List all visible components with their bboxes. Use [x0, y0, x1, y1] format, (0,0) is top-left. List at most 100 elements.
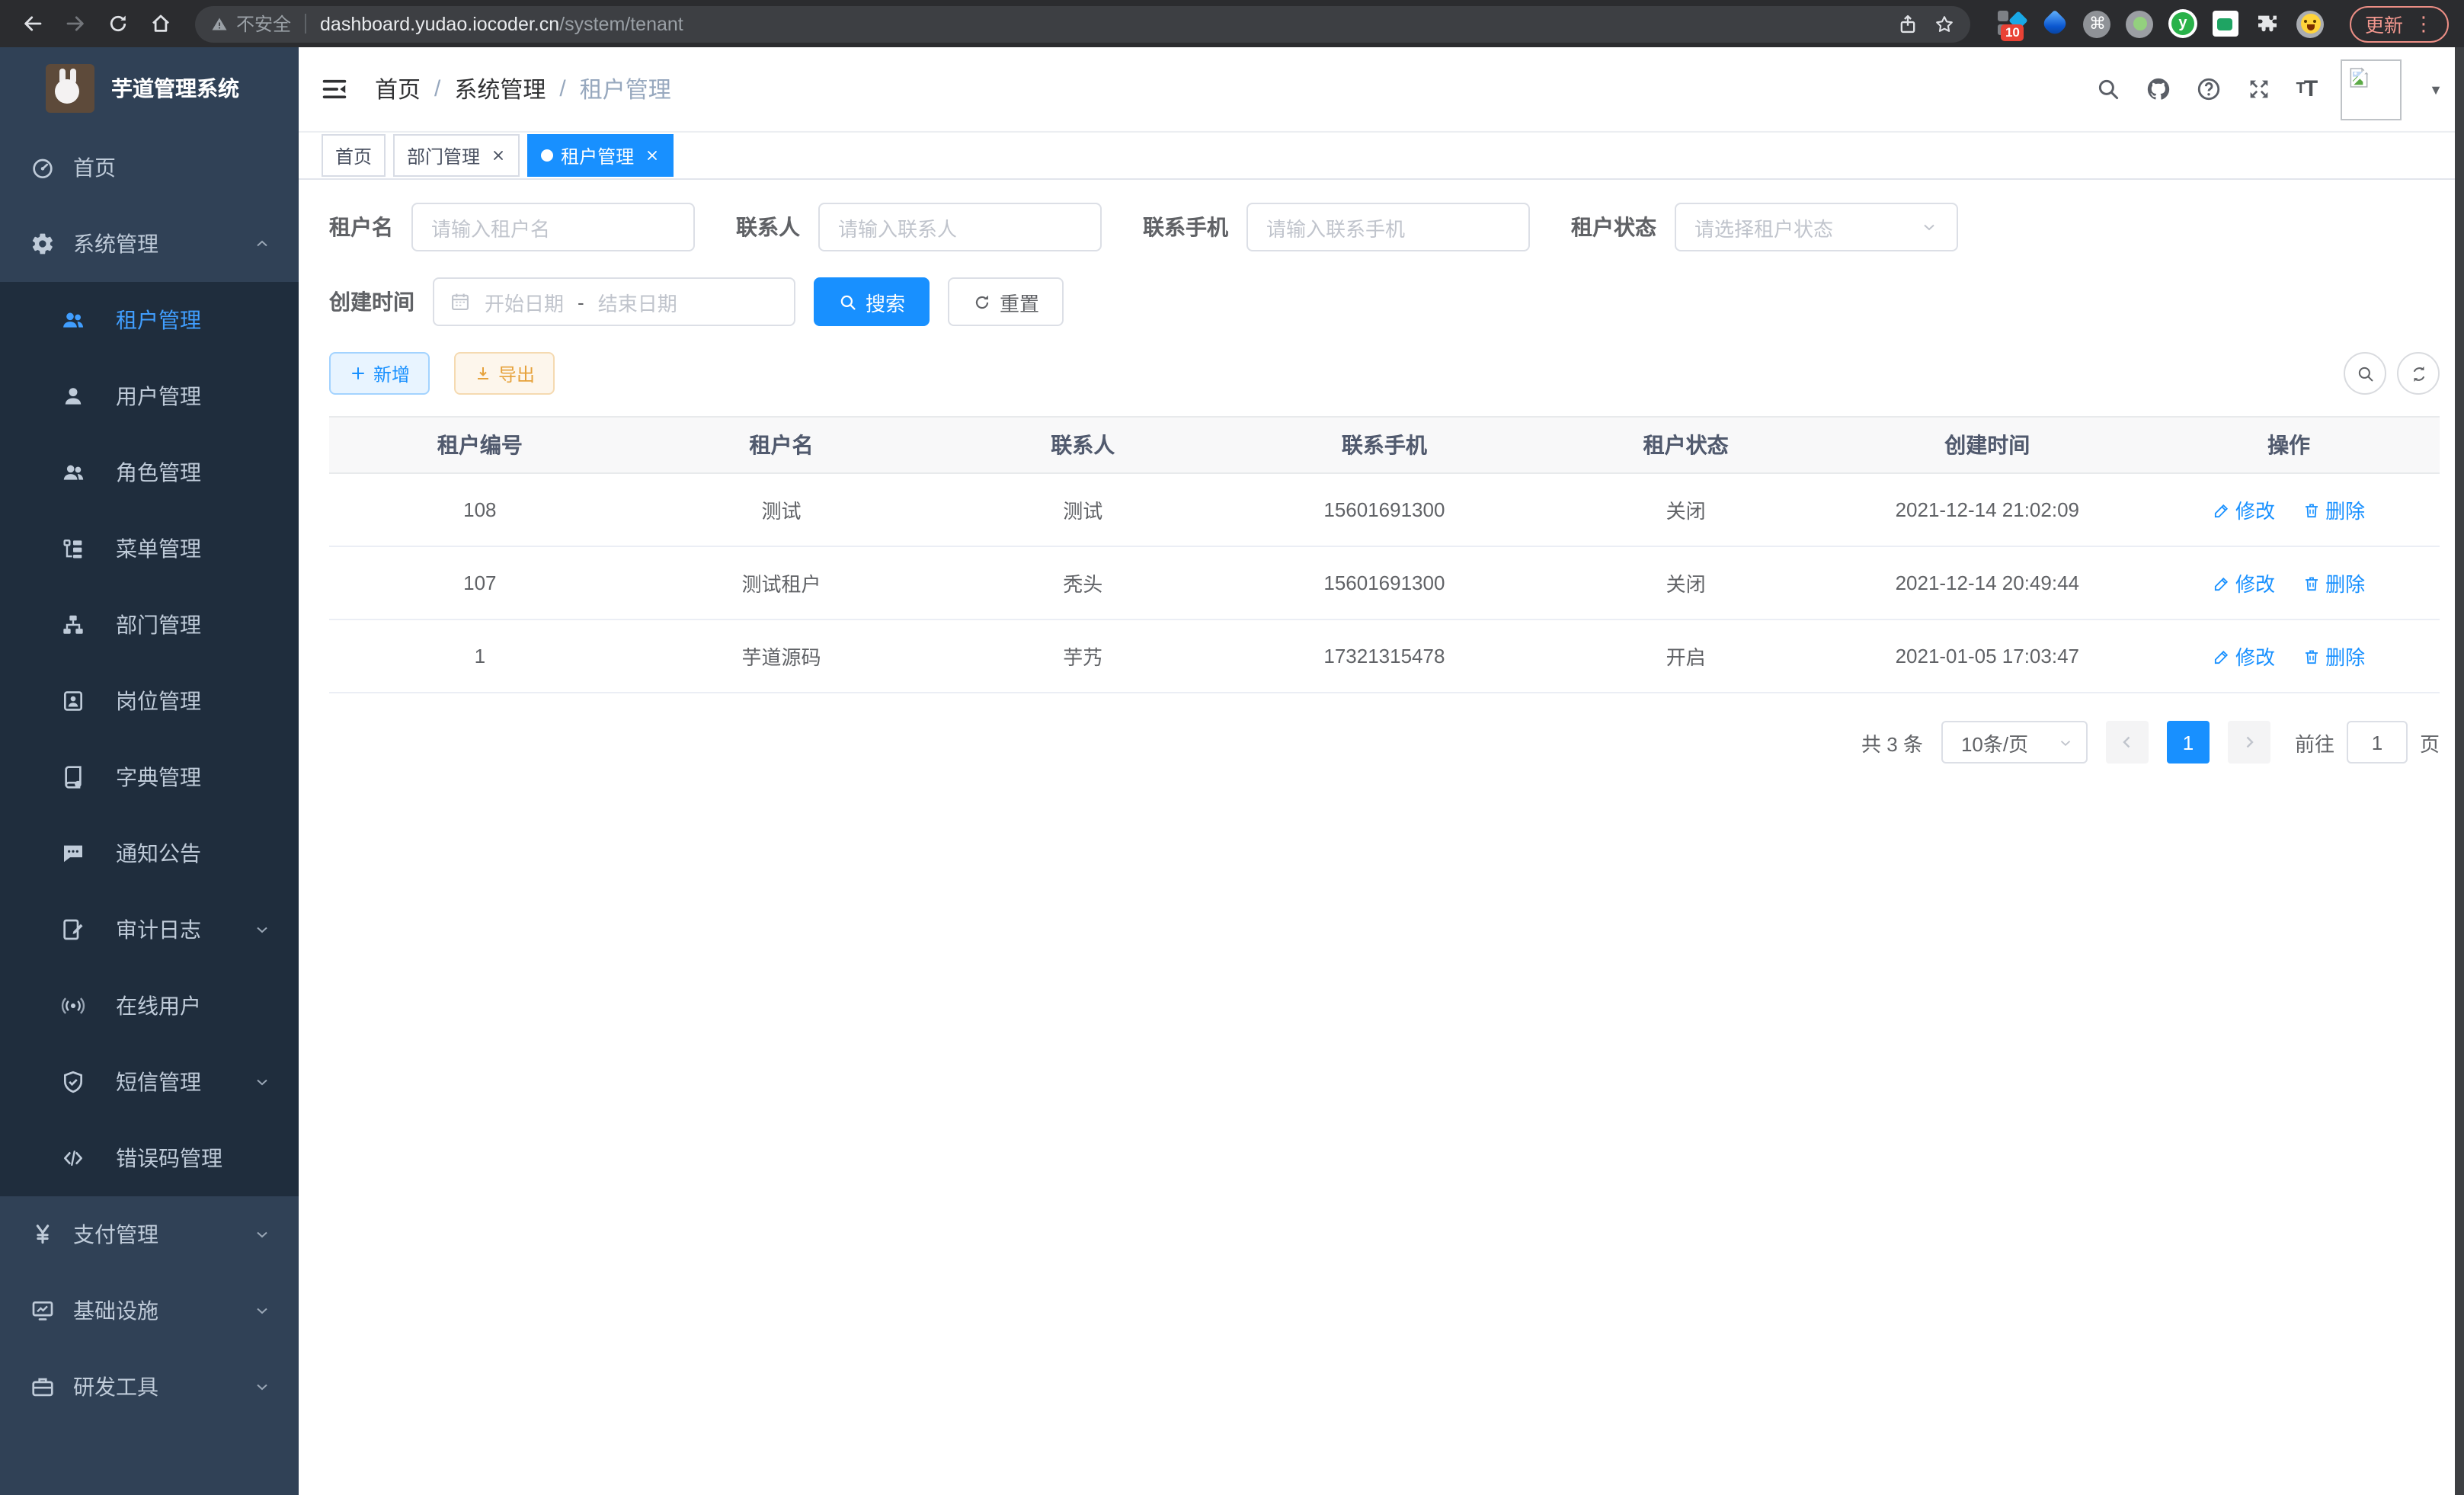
fullscreen-icon[interactable] — [2246, 76, 2272, 102]
reload-icon[interactable] — [101, 7, 134, 40]
browser-update-button[interactable]: 更新 ⋮ — [2350, 5, 2449, 42]
help-icon[interactable] — [2196, 76, 2222, 102]
extension-icon-kite[interactable] — [2040, 9, 2069, 38]
cell-mobile: 15601691300 — [1234, 473, 1535, 546]
sidebar-item-租户管理[interactable]: 租户管理 — [0, 282, 299, 358]
back-icon[interactable] — [15, 7, 49, 40]
close-icon[interactable] — [491, 148, 506, 163]
sidebar-item-label: 租户管理 — [116, 305, 201, 335]
extension-icon-1[interactable]: 10 — [1998, 9, 2027, 38]
font-size-icon[interactable]: TT — [2296, 76, 2317, 102]
sidebar-item-支付管理[interactable]: 支付管理 — [0, 1196, 299, 1273]
forward-icon[interactable] — [58, 7, 91, 40]
text-input[interactable]: 请输入租户名 — [411, 203, 695, 251]
sidebar-item-短信管理[interactable]: 短信管理 — [0, 1044, 299, 1120]
edit-link[interactable]: 修改 — [2213, 568, 2275, 597]
delete-link[interactable]: 删除 — [2302, 495, 2365, 524]
sidebar-item-用户管理[interactable]: 用户管理 — [0, 358, 299, 434]
sidebar-item-通知公告[interactable]: 通知公告 — [0, 815, 299, 892]
security-status[interactable]: 不安全 — [210, 11, 291, 37]
warning-icon — [210, 14, 229, 33]
browser-window: 不安全 dashboard.yudao.iocoder.cn/system/te… — [0, 0, 2464, 1495]
breadcrumb-separator: / — [559, 76, 565, 102]
column-header-租户状态: 租户状态 — [1535, 417, 1837, 473]
broken-image-icon — [2347, 65, 2371, 89]
user-avatar[interactable] — [2341, 59, 2402, 120]
cell-contact: 测试 — [932, 473, 1234, 546]
cell-id: 1 — [329, 619, 631, 693]
sidebar-item-label: 部门管理 — [116, 610, 201, 640]
extensions-puzzle-icon[interactable] — [2254, 9, 2283, 38]
filter-field-租户状态: 租户状态请选择租户状态 — [1571, 203, 1958, 251]
dashboard-icon — [30, 155, 55, 180]
goto-page-input[interactable]: 1 — [2347, 721, 2408, 764]
sidebar-item-首页[interactable]: 首页 — [0, 130, 299, 206]
github-icon[interactable] — [2146, 76, 2171, 102]
delete-link[interactable]: 删除 — [2302, 568, 2365, 597]
home-icon[interactable] — [143, 7, 177, 40]
add-button[interactable]: 新增 — [329, 352, 430, 395]
export-button[interactable]: 导出 — [454, 352, 555, 395]
table-toolbar: 新增 导出 — [329, 352, 2440, 395]
text-input[interactable]: 请输入联系人 — [818, 203, 1102, 251]
show-search-toggle-button[interactable] — [2344, 352, 2386, 395]
date-separator: - — [578, 290, 584, 313]
text-input[interactable]: 请输入联系手机 — [1246, 203, 1530, 251]
sidebar-item-岗位管理[interactable]: 岗位管理 — [0, 663, 299, 739]
calendar-icon — [450, 291, 471, 312]
breadcrumb-system[interactable]: 系统管理 — [454, 73, 546, 105]
share-icon[interactable] — [1897, 13, 1918, 34]
tag-首页[interactable]: 首页 — [322, 134, 386, 177]
bookmark-star-icon[interactable] — [1934, 13, 1955, 34]
page-size-select[interactable]: 10条/页 — [1941, 721, 2088, 764]
gear-icon — [30, 232, 55, 256]
edit-link[interactable]: 修改 — [2213, 642, 2275, 671]
search-button[interactable]: 搜索 — [814, 277, 930, 326]
sidebar-item-系统管理[interactable]: 系统管理 — [0, 206, 299, 282]
sidebar-item-label: 审计日志 — [116, 914, 201, 945]
extension-icon-chat[interactable] — [2211, 9, 2240, 38]
end-date-placeholder[interactable]: 结束日期 — [598, 287, 677, 316]
browser-menu-icon[interactable]: ⋮ — [2414, 11, 2434, 36]
sidebar-item-部门管理[interactable]: 部门管理 — [0, 587, 299, 663]
extension-icon-command[interactable]: ⌘ — [2083, 9, 2112, 38]
extension-icon-emoji[interactable] — [2296, 9, 2325, 38]
table-row: 1芋道源码芋艿17321315478开启2021-01-05 17:03:47修… — [329, 619, 2440, 693]
avatar-dropdown-caret-icon[interactable]: ▼ — [2429, 82, 2443, 97]
column-header-联系人: 联系人 — [932, 417, 1234, 473]
column-header-操作: 操作 — [2138, 417, 2440, 473]
status-select[interactable]: 请选择租户状态 — [1675, 203, 1958, 251]
main-area: 首页 / 系统管理 / 租户管理 TT — [299, 47, 2464, 1495]
app-logo-bar[interactable]: 芋道管理系统 — [0, 47, 299, 130]
close-icon[interactable] — [645, 148, 660, 163]
start-date-placeholder[interactable]: 开始日期 — [485, 287, 564, 316]
extension-icon-yuque[interactable]: y — [2168, 9, 2197, 38]
sidebar-item-在线用户[interactable]: 在线用户 — [0, 968, 299, 1044]
breadcrumb-home[interactable]: 首页 — [375, 73, 421, 105]
tag-租户管理[interactable]: 租户管理 — [527, 134, 674, 177]
tag-label: 首页 — [335, 142, 372, 168]
cell-id: 108 — [329, 473, 631, 546]
sidebar-item-审计日志[interactable]: 审计日志 — [0, 892, 299, 968]
reset-button[interactable]: 重置 — [948, 277, 1064, 326]
sidebar-item-错误码管理[interactable]: 错误码管理 — [0, 1120, 299, 1196]
download-icon — [474, 364, 492, 383]
sidebar-item-菜单管理[interactable]: 菜单管理 — [0, 511, 299, 587]
page-number-1[interactable]: 1 — [2167, 721, 2210, 764]
sidebar-collapse-icon[interactable] — [320, 75, 349, 104]
payment-yen-icon — [30, 1222, 55, 1247]
sidebar-item-基础设施[interactable]: 基础设施 — [0, 1273, 299, 1349]
edit-link[interactable]: 修改 — [2213, 495, 2275, 524]
header-search-icon[interactable] — [2095, 76, 2121, 102]
delete-link[interactable]: 删除 — [2302, 642, 2365, 671]
prev-page-button[interactable] — [2106, 721, 2149, 764]
sidebar-item-角色管理[interactable]: 角色管理 — [0, 434, 299, 511]
sidebar-item-研发工具[interactable]: 研发工具 — [0, 1349, 299, 1425]
next-page-button[interactable] — [2228, 721, 2270, 764]
create-time-range-picker[interactable]: 开始日期 - 结束日期 — [433, 277, 795, 326]
address-bar[interactable]: 不安全 dashboard.yudao.iocoder.cn/system/te… — [195, 5, 1970, 42]
sidebar-item-字典管理[interactable]: 字典管理 — [0, 739, 299, 815]
extension-icon-green-dot[interactable] — [2126, 9, 2155, 38]
tag-部门管理[interactable]: 部门管理 — [393, 134, 520, 177]
refresh-table-button[interactable] — [2397, 352, 2440, 395]
